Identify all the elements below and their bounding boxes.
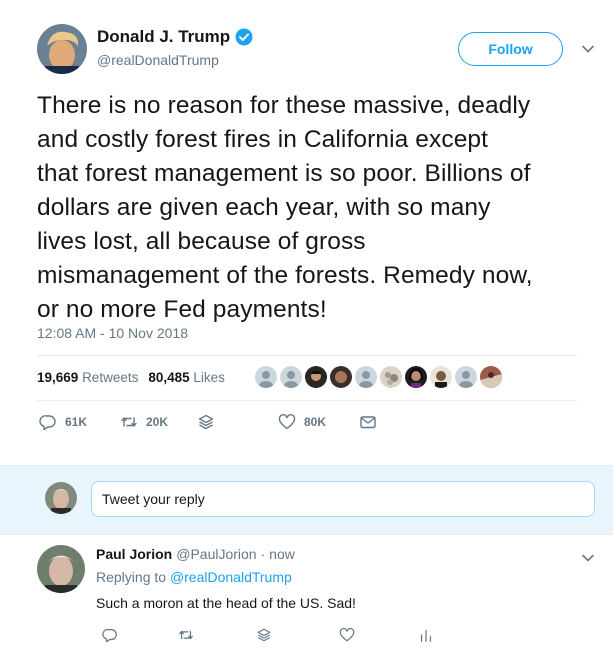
reply-time[interactable]: · now	[261, 546, 295, 562]
liker-avatar[interactable]	[330, 366, 352, 388]
liker-avatar[interactable]	[455, 366, 477, 388]
reply-display-name[interactable]: Paul Jorion	[96, 546, 172, 562]
author-name-row[interactable]: Donald J. Trump	[97, 27, 253, 47]
retweets-stat[interactable]: 19,669 Retweets	[37, 370, 138, 385]
reply-header: Paul Jorion @PaulJorion · now	[96, 546, 295, 562]
retweets-label: Retweets	[82, 370, 139, 385]
likes-label: Likes	[193, 370, 225, 385]
reply-count: 61K	[65, 415, 88, 429]
divider	[37, 400, 577, 401]
like-action[interactable]: 80K	[278, 413, 326, 431]
liker-avatar[interactable]	[305, 366, 327, 388]
liker-avatar[interactable]	[255, 366, 277, 388]
replying-to: Replying to @realDonaldTrump	[96, 569, 292, 585]
liker-avatars	[255, 366, 502, 388]
liker-avatar[interactable]	[280, 366, 302, 388]
reply-input[interactable]	[91, 481, 595, 517]
replying-to-link[interactable]: @realDonaldTrump	[170, 569, 292, 585]
retweet-icon[interactable]	[178, 627, 194, 643]
liker-avatar[interactable]	[480, 366, 502, 388]
avatar[interactable]	[37, 24, 87, 74]
avatar[interactable]	[37, 545, 85, 593]
tweet-actions: 61K 20K 80K	[37, 413, 577, 437]
reply-text: Such a moron at the head of the US. Sad!	[96, 595, 356, 611]
reply-composer	[0, 465, 613, 535]
heart-icon	[278, 414, 296, 430]
retweet-count: 20K	[146, 415, 169, 429]
liker-avatar[interactable]	[430, 366, 452, 388]
chevron-down-icon[interactable]	[581, 42, 595, 56]
like-count: 80K	[304, 415, 327, 429]
envelope-icon	[360, 416, 376, 429]
retweet-icon	[121, 417, 137, 427]
retweet-action[interactable]: 20K	[120, 413, 168, 431]
message-action[interactable]	[359, 413, 377, 431]
analytics-icon[interactable]	[418, 627, 434, 643]
follow-button[interactable]: Follow	[458, 32, 563, 66]
avatar[interactable]	[45, 482, 77, 514]
replying-prefix: Replying to	[96, 569, 167, 585]
likes-count: 80,485	[148, 370, 190, 385]
liker-avatar[interactable]	[405, 366, 427, 388]
retweets-count: 19,669	[37, 370, 79, 385]
layers-icon	[198, 414, 214, 430]
tweet-stats: 19,669 Retweets 80,485 Likes	[37, 370, 225, 385]
layers-icon[interactable]	[256, 627, 272, 643]
heart-icon[interactable]	[339, 627, 355, 643]
main-tweet: Donald J. Trump @realDonaldTrump Follow …	[0, 0, 613, 465]
display-name[interactable]: Donald J. Trump	[97, 27, 230, 47]
reply-icon	[39, 415, 56, 431]
reply-tweet: Paul Jorion @PaulJorion · now Replying t…	[0, 535, 613, 655]
likes-stat[interactable]: 80,485 Likes	[148, 370, 225, 385]
chevron-down-icon[interactable]	[581, 551, 595, 565]
reply-handle[interactable]: @PaulJorion	[176, 546, 256, 562]
save-action[interactable]	[197, 413, 215, 431]
reply-icon[interactable]	[102, 627, 118, 643]
reply-actions	[96, 627, 436, 645]
author-handle[interactable]: @realDonaldTrump	[97, 52, 219, 68]
tweet-timestamp[interactable]: 12:08 AM - 10 Nov 2018	[37, 325, 188, 341]
verified-badge-icon	[235, 28, 253, 46]
liker-avatar[interactable]	[380, 366, 402, 388]
liker-avatar[interactable]	[355, 366, 377, 388]
divider	[37, 355, 577, 356]
reply-action[interactable]: 61K	[39, 413, 87, 431]
tweet-text: There is no reason for these massive, de…	[37, 92, 533, 323]
